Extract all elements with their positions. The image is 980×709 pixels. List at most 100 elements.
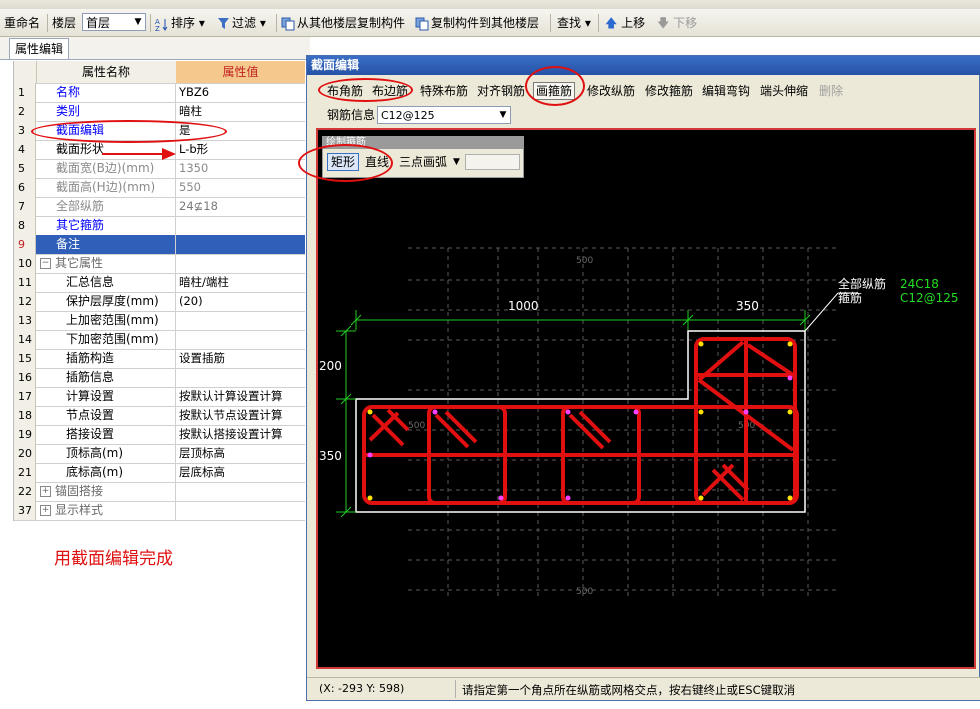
property-name-cell[interactable]: 插筋信息 (36, 368, 176, 387)
table-row[interactable]: 22 + 锚固搭接 (14, 482, 305, 502)
row-number: 7 (14, 197, 36, 216)
table-row[interactable]: 12 保护层厚度(mm) (20) (14, 292, 305, 312)
rebar-info-select[interactable]: C12@125 ▼ (377, 106, 511, 124)
property-value-cell[interactable] (176, 501, 305, 520)
toolbar-separator (47, 14, 48, 32)
property-name-cell[interactable]: + 显示样式 (36, 501, 176, 520)
property-name-cell[interactable]: 截面高(H边)(mm) (36, 178, 176, 197)
delete-button[interactable]: 删除 (819, 83, 843, 99)
table-row[interactable]: 1 名称 YBZ6 (14, 83, 305, 103)
property-value-cell[interactable]: YBZ6 (176, 83, 305, 102)
property-name-cell[interactable]: 插筋构造 (36, 349, 176, 368)
table-row[interactable]: 7 全部纵筋 24⊈18 (14, 197, 305, 217)
table-row[interactable]: 16 插筋信息 (14, 368, 305, 388)
property-name-cell[interactable]: 搭接设置 (36, 425, 176, 444)
table-row[interactable]: 6 截面高(H边)(mm) 550 (14, 178, 305, 198)
floor-select-value: 首层 (86, 16, 111, 30)
modify-long-rebar-button[interactable]: 修改纵筋 (587, 83, 635, 99)
table-row[interactable]: 19 搭接设置 按默认搭接设置计算 (14, 425, 305, 445)
property-value-cell[interactable]: 层底标高 (176, 463, 305, 482)
header-name[interactable]: 属性名称 (36, 61, 177, 83)
property-value-cell[interactable]: 24⊈18 (176, 197, 305, 216)
property-name-cell[interactable]: 上加密范围(mm) (36, 311, 176, 330)
annotation-ellipse (31, 120, 227, 143)
table-row[interactable]: 10− 其它属性 (14, 254, 305, 274)
expand-icon[interactable]: + (40, 505, 51, 516)
property-name-cell[interactable]: 备注 (36, 235, 176, 254)
property-value-cell[interactable]: 层顶标高 (176, 444, 305, 463)
table-row[interactable]: 2 类别 暗柱 (14, 102, 305, 122)
modify-stirrup-button[interactable]: 修改箍筋 (645, 83, 693, 99)
property-value-cell[interactable]: 按默认搭接设置计算 (176, 425, 305, 444)
draw-arc-button[interactable]: 三点画弧 (399, 154, 447, 170)
table-row[interactable]: 21 底标高(m) 层底标高 (14, 463, 305, 483)
property-name-cell[interactable]: 其它箍筋 (36, 216, 176, 235)
property-name-cell[interactable]: 计算设置 (36, 387, 176, 406)
find-button[interactable]: 查找 ▾ (557, 14, 591, 32)
property-name-cell[interactable]: 下加密范围(mm) (36, 330, 176, 349)
filter-button[interactable]: 过滤 ▾ (217, 14, 266, 32)
property-value-cell[interactable]: 按默认计算设置计算 (176, 387, 305, 406)
copy-to-other-floor-button[interactable]: 复制构件到其他楼层 (415, 14, 539, 32)
property-name-cell[interactable]: 保护层厚度(mm) (36, 292, 176, 311)
draw-option-select[interactable] (465, 154, 520, 170)
property-value-cell[interactable] (176, 235, 305, 254)
property-name-cell[interactable]: − 其它属性 (36, 254, 176, 273)
property-name-cell[interactable]: 汇总信息 (36, 273, 176, 292)
table-row[interactable]: 18 节点设置 按默认节点设置计算 (14, 406, 305, 426)
property-name-cell[interactable]: 名称 (36, 83, 176, 102)
table-row[interactable]: 14 下加密范围(mm) (14, 330, 305, 350)
property-name-cell[interactable]: 截面宽(B边)(mm) (36, 159, 176, 178)
expand-icon[interactable]: + (40, 486, 51, 497)
property-value-cell[interactable]: L-b形 (176, 140, 305, 159)
chevron-down-icon[interactable]: ▼ (453, 154, 460, 170)
property-value-cell[interactable] (176, 254, 305, 273)
move-down-button[interactable]: 🡇 下移 (657, 14, 697, 32)
table-row[interactable]: 15 插筋构造 设置插筋 (14, 349, 305, 369)
property-value-cell[interactable]: 550 (176, 178, 305, 197)
property-value-cell[interactable] (176, 482, 305, 501)
table-row[interactable]: 8 其它箍筋 (14, 216, 305, 236)
property-name-cell[interactable]: 节点设置 (36, 406, 176, 425)
grid-label: 500 (408, 421, 425, 431)
drawing-canvas[interactable]: 500 500 500 500 1000 350 200 350 全部纵筋 24… (298, 128, 976, 669)
property-value-cell[interactable]: 按默认节点设置计算 (176, 406, 305, 425)
tab-property-edit[interactable]: 属性编辑 (9, 38, 69, 59)
rename-button[interactable]: 重命名 (4, 14, 40, 32)
property-value-cell[interactable]: (20) (176, 292, 305, 311)
align-rebar-button[interactable]: 对齐钢筋 (477, 83, 525, 99)
table-row[interactable]: 5 截面宽(B边)(mm) 1350 (14, 159, 305, 179)
copy-from-other-floor-button[interactable]: 从其他楼层复制构件 (281, 14, 405, 32)
table-row[interactable]: 20 顶标高(m) 层顶标高 (14, 444, 305, 464)
row-number: 5 (14, 159, 36, 178)
header-value[interactable]: 属性值 (176, 61, 305, 83)
property-value-cell[interactable] (176, 330, 305, 349)
dim-label-top-right: 350 (736, 299, 759, 313)
property-value-cell[interactable]: 暗柱/端柱 (176, 273, 305, 292)
edit-hook-button[interactable]: 编辑弯钩 (702, 83, 750, 99)
table-row[interactable]: 17 计算设置 按默认计算设置计算 (14, 387, 305, 407)
property-name-cell[interactable]: 顶标高(m) (36, 444, 176, 463)
move-up-button[interactable]: 🡅 上移 (605, 14, 645, 32)
floor-select[interactable]: 首层 ▼ (82, 13, 146, 31)
special-rebar-button[interactable]: 特殊布筋 (420, 83, 468, 99)
property-name: 下加密范围(mm) (66, 332, 159, 346)
collapse-icon[interactable]: − (40, 258, 51, 269)
property-value-cell[interactable]: 1350 (176, 159, 305, 178)
property-value-cell[interactable]: 暗柱 (176, 102, 305, 121)
table-row[interactable]: 9 备注 (14, 235, 305, 255)
property-name-cell[interactable]: + 锚固搭接 (36, 482, 176, 501)
table-row[interactable]: 13 上加密范围(mm) (14, 311, 305, 331)
property-name-cell[interactable]: 底标高(m) (36, 463, 176, 482)
property-name: 插筋构造 (66, 351, 115, 365)
end-extend-button[interactable]: 端头伸缩 (760, 83, 808, 99)
property-value-cell[interactable] (176, 216, 305, 235)
table-row[interactable]: 11 汇总信息 暗柱/端柱 (14, 273, 305, 293)
property-name-cell[interactable]: 类别 (36, 102, 176, 121)
sort-button[interactable]: A Z 排序 ▾ (155, 14, 205, 32)
property-value-cell[interactable]: 设置插筋 (176, 349, 305, 368)
property-name-cell[interactable]: 全部纵筋 (36, 197, 176, 216)
property-value-cell[interactable] (176, 368, 305, 387)
property-value-cell[interactable] (176, 311, 305, 330)
table-row[interactable]: 37 + 显示样式 (14, 501, 305, 521)
